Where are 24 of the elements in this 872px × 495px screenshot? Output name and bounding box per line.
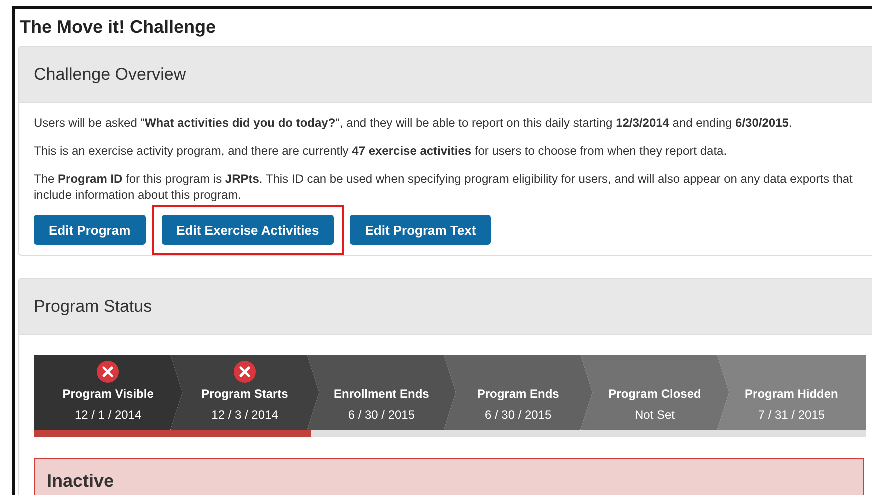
step-date: 12 / 3 / 2014 [212, 408, 278, 422]
step-label: Program Ends [477, 387, 560, 401]
description-paragraph: The Program ID for this program is JRPts. This ID can be used when specifying program eligibility for users, and will also appear on any data exports that include information about this program. [34, 171, 854, 203]
step-label: Enrollment Ends [334, 387, 430, 401]
edit-button[interactable]: Edit Program Text [350, 215, 492, 245]
step-date: 6 / 30 / 2015 [348, 408, 416, 422]
panel-heading: Challenge Overview [19, 47, 872, 103]
edit-button[interactable]: Edit Exercise Activities [162, 215, 334, 245]
close-circle-icon [234, 361, 256, 383]
description-paragraph: This is an exercise activity program, and there are currently 47 exercise activities for users to choose from when they report data. [34, 143, 728, 159]
panel-heading: Program Status [19, 279, 872, 335]
step-date: 7 / 31 / 2015 [758, 408, 826, 422]
edit-button[interactable]: Edit Program [34, 215, 146, 245]
step-date: 12 / 1 / 2014 [74, 408, 142, 422]
step-date: Not Set [635, 408, 676, 422]
step-label: Program Visible [62, 387, 154, 401]
close-circle-icon [97, 361, 120, 383]
alert-title: Inactive [47, 471, 114, 491]
step-label: Program Hidden [745, 387, 838, 401]
description-paragraph: Users will be asked "What activities did you do today?", and they will be able to report on this daily starting 12/3/2014 and ending 6/30/2015. [34, 115, 794, 131]
page-title: The Move it! Challenge [20, 17, 218, 38]
step-date: 6 / 30 / 2015 [484, 408, 552, 422]
step-label: Program Closed [608, 387, 702, 401]
step-label: Program Starts [202, 387, 288, 401]
